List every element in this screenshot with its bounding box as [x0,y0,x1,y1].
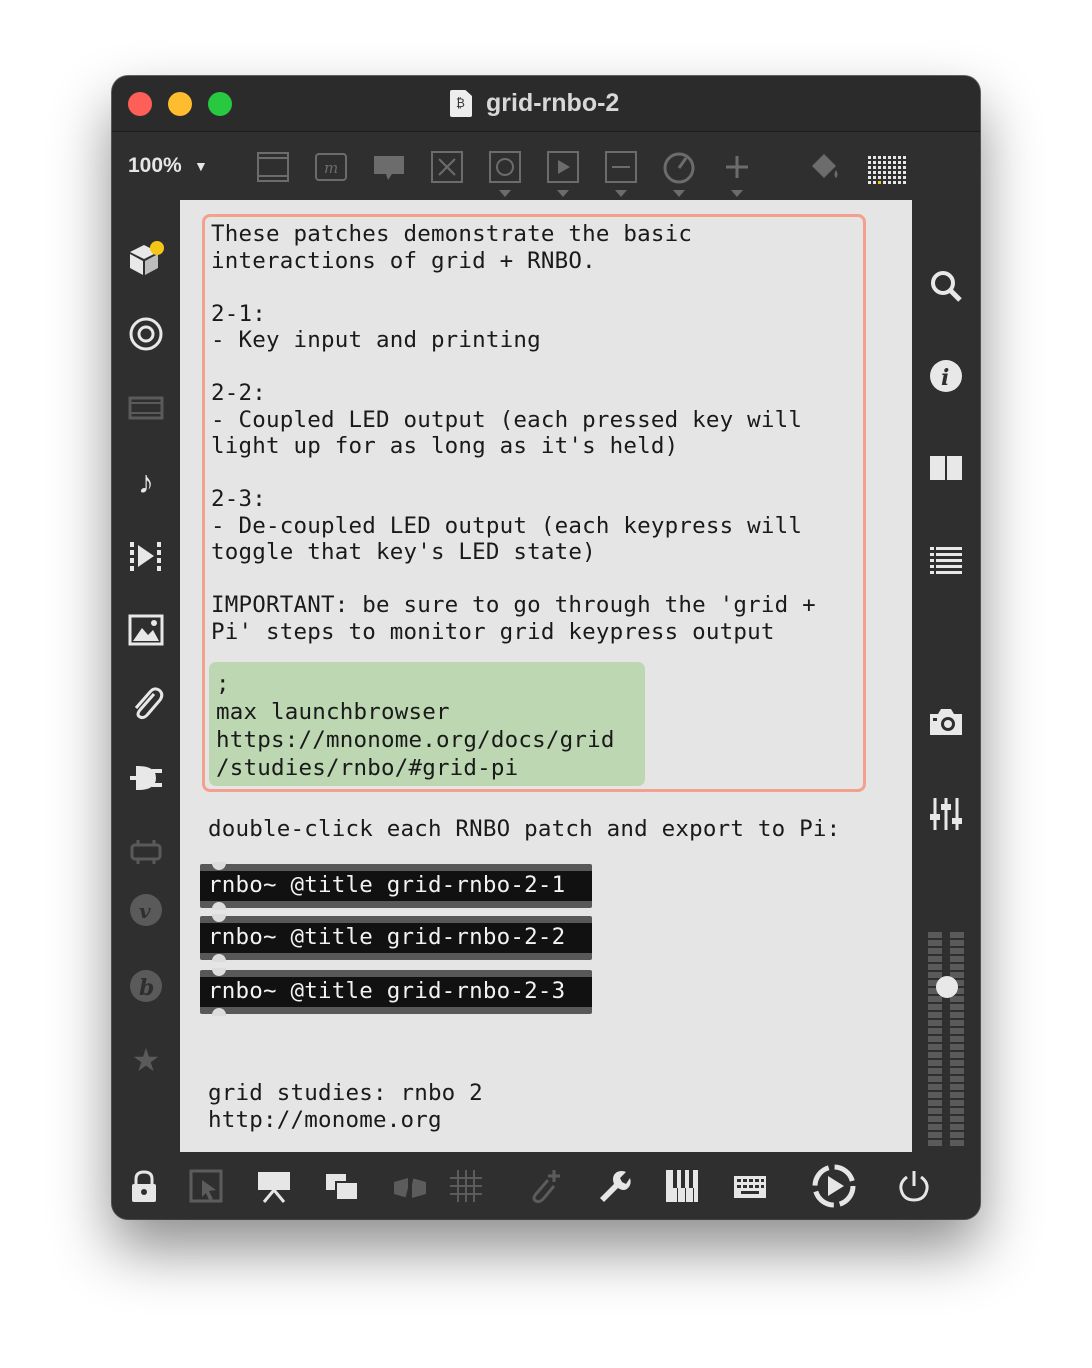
bandcamp-icon[interactable]: b [126,966,166,1006]
inlet[interactable] [212,914,226,922]
power-icon[interactable] [896,1168,932,1204]
package-icon[interactable] [126,238,166,278]
new-object-icon[interactable] [256,150,290,184]
music-note-icon[interactable]: ♪ [126,462,166,502]
camera-icon[interactable] [926,702,966,742]
comment-text: These patches demonstrate the basic inte… [211,221,816,645]
volume-slider-knob[interactable] [936,976,958,998]
mixer-icon[interactable] [926,794,966,834]
new-button-icon[interactable] [430,150,464,184]
export-instruction: double-click each RNBO patch and export … [208,816,841,842]
rnbo-object-3[interactable]: rnbo~ @title grid-rnbo-2-3 [200,968,592,1016]
paperclip-icon[interactable] [126,684,166,724]
image-icon[interactable] [126,610,166,650]
outlet[interactable] [212,902,226,910]
patcher-canvas[interactable]: These patches demonstrate the basic inte… [180,200,912,1152]
level-meter-right [950,932,964,1148]
new-comment-icon[interactable] [372,150,406,184]
plug-icon[interactable] [126,758,166,798]
svg-text:v: v [139,899,151,923]
presentation-cursor-icon[interactable] [188,1168,224,1204]
inlet[interactable] [212,968,226,976]
new-view-icon[interactable] [324,1168,360,1204]
patcher-window: grid-rnbo-2 100% ▼ m [112,76,980,1219]
audio-play-icon[interactable] [812,1164,856,1208]
star-icon[interactable]: ★ [126,1040,166,1080]
top-toolbar: 100% ▼ m [112,132,980,200]
new-dial-icon[interactable] [662,150,696,197]
zoom-dropdown-icon[interactable]: ▼ [194,158,208,174]
new-toggle-icon[interactable] [546,150,580,197]
rnbo-object-2[interactable]: rnbo~ @title grid-rnbo-2-2 [200,914,592,962]
bottom-toolbar [112,1152,980,1219]
rnbo-label: rnbo~ @title grid-rnbo-2-2 [208,924,566,950]
outlet[interactable] [212,954,226,962]
outlet[interactable] [212,1008,226,1016]
list-icon[interactable] [926,540,966,580]
keyboard-piano-icon[interactable] [664,1168,700,1204]
wrench-icon[interactable] [596,1168,632,1204]
minimize-button[interactable] [168,92,192,116]
info-icon[interactable]: i [926,356,966,396]
object-box-icon[interactable] [126,388,166,428]
search-icon[interactable] [926,266,966,306]
rnbo-label: rnbo~ @title grid-rnbo-2-1 [208,872,566,898]
zoom-button[interactable] [208,92,232,116]
vimeo-icon[interactable]: v [126,890,166,930]
lock-icon[interactable] [126,1168,162,1204]
computer-keyboard-icon[interactable] [732,1168,768,1204]
svg-text:b: b [139,975,154,1001]
new-slider-icon[interactable] [604,150,638,197]
connector-icon[interactable] [126,832,166,872]
add-object-icon[interactable] [720,150,754,197]
patcher-file-icon [450,90,472,117]
grid-snap-icon[interactable] [448,1168,484,1204]
launchbrowser-message[interactable]: ; max launchbrowser https://mnonome.org/… [209,662,645,786]
window-title: grid-rnbo-2 [486,89,620,117]
rnbo-object-1[interactable]: rnbo~ @title grid-rnbo-2-1 [200,862,592,910]
footer-comment: grid studies: rnbo 2 http://monome.org [208,1080,483,1133]
comment-panel: These patches demonstrate the basic inte… [202,214,866,792]
right-sidebar: i [912,200,980,1152]
close-button[interactable] [128,92,152,116]
attach-plus-icon[interactable] [526,1168,562,1204]
target-icon[interactable] [126,314,166,354]
new-message-icon[interactable]: m [314,150,348,184]
paint-bucket-icon[interactable] [808,150,842,184]
grid-view-icon[interactable] [868,150,906,184]
new-bang-icon[interactable] [488,150,522,197]
left-sidebar: ♪ v b ★ [112,200,180,1152]
svg-text:i: i [941,365,949,391]
inlet[interactable] [212,862,226,870]
message-text: ; max launchbrowser https://mnonome.org/… [216,671,615,781]
book-icon[interactable] [926,448,966,488]
svg-text:m: m [324,159,338,177]
presentation-mode-icon[interactable] [256,1168,292,1204]
rnbo-label: rnbo~ @title grid-rnbo-2-3 [208,978,566,1004]
level-meter-left [928,932,942,1148]
zoom-level[interactable]: 100% [128,154,182,178]
media-play-icon[interactable] [126,536,166,576]
title-bar[interactable]: grid-rnbo-2 [112,76,980,132]
hide-cables-icon[interactable] [392,1168,428,1204]
